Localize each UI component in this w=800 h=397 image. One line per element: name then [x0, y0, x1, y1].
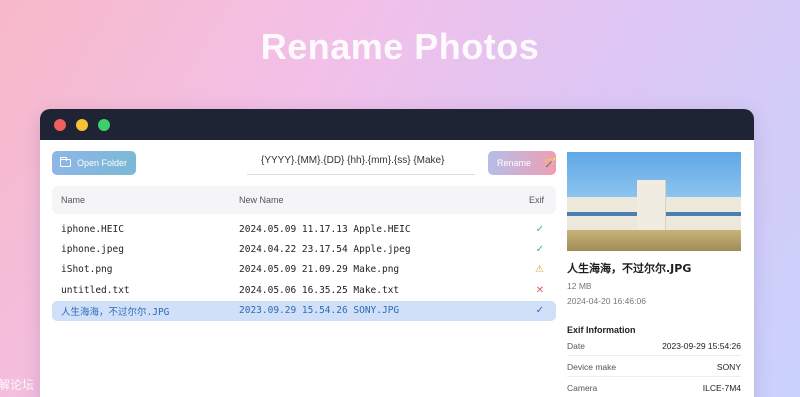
row-name: iphone.jpeg: [61, 244, 124, 256]
exif-ok-icon: ✓: [535, 305, 544, 317]
exif-label: Device make: [567, 361, 617, 372]
exif-label: Camera: [567, 382, 598, 393]
exif-error-icon: ✕: [535, 284, 544, 296]
table-body: iphone.HEIC 2024.05.09 11.17.13 Apple.HE…: [52, 219, 556, 321]
maximize-window-button[interactable]: [98, 118, 110, 131]
table-header: Name New Name Exif: [52, 186, 556, 214]
photo-preview: [567, 152, 741, 251]
table-row[interactable]: untitled.txt 2024.05.06 16.35.25 Make.tx…: [52, 280, 556, 300]
row-name: iShot.png: [61, 264, 113, 276]
row-new-name: 2024.05.09 21.09.29 Make.png: [239, 264, 400, 276]
row-new-name: 2024.05.09 11.17.13 Apple.HEIC: [239, 223, 411, 235]
toolbar: Open Folder {YYYY}.{MM}.{DD} {hh}.{mm}.{…: [52, 151, 557, 175]
watermark-text: 解论坛: [0, 378, 35, 392]
exif-value: 2023-09-29 15:54:26: [662, 340, 741, 351]
exif-row: Date 2023-09-29 15:54:26: [567, 336, 741, 356]
table-row[interactable]: iShot.png 2024.05.09 21.09.29 Make.png ⚠: [52, 260, 556, 280]
exif-row: Device make SONY: [567, 357, 741, 377]
photo-filename: 人生海海，不过尔尔.JPG: [567, 262, 692, 275]
app-window: Open Folder {YYYY}.{MM}.{DD} {hh}.{mm}.{…: [40, 109, 754, 397]
table-row[interactable]: iphone.jpeg 2024.04.22 23.17.54 Apple.jp…: [52, 239, 556, 259]
close-window-button[interactable]: [54, 118, 66, 131]
row-new-name: 2024.04.22 23.17.54 Apple.jpeg: [239, 244, 411, 256]
header-name[interactable]: Name: [52, 195, 239, 205]
rename-pattern-input[interactable]: {YYYY}.{MM}.{DD} {hh}.{mm}.{ss} {Make}: [247, 153, 475, 175]
files-table: Name New Name Exif iphone.HEIC 2024.05.0…: [52, 186, 556, 321]
exif-row: Camera ILCE-7M4: [567, 378, 741, 397]
title-bar: [40, 109, 754, 140]
open-folder-label: Open Folder: [77, 158, 128, 168]
open-folder-button[interactable]: Open Folder: [52, 151, 136, 175]
row-new-name: 2024.05.06 16.35.25 Make.txt: [239, 284, 400, 296]
exif-section-title: Exif Information: [567, 325, 636, 335]
rename-label: Rename: [497, 158, 532, 168]
row-name: iphone.HEIC: [61, 223, 124, 235]
magic-wand-icon: 🪄: [543, 157, 557, 170]
folder-icon: [60, 157, 71, 167]
hero-title: Rename Photos: [260, 26, 540, 67]
exif-value: ILCE-7M4: [702, 382, 741, 393]
details-panel: 人生海海，不过尔尔.JPG 12 MB 2024-04-20 16:46:06 …: [567, 152, 741, 397]
exif-ok-icon: ✓: [535, 223, 544, 235]
exif-value: SONY: [716, 361, 741, 372]
exif-label: Date: [567, 340, 585, 351]
photo-date: 2024-04-20 16:46:06: [567, 296, 646, 306]
header-exif[interactable]: Exif: [501, 195, 556, 205]
row-name: 人生海海，不过尔尔.JPG: [61, 306, 170, 318]
exif-warning-icon: ⚠: [535, 264, 544, 276]
rename-button[interactable]: Rename 🪄: [488, 151, 557, 175]
header-new-name[interactable]: New Name: [239, 195, 501, 205]
table-row-selected[interactable]: 人生海海，不过尔尔.JPG 2023.09.29 15.54.26 SONY.J…: [52, 300, 556, 321]
exif-ok-icon: ✓: [535, 244, 544, 256]
row-name: untitled.txt: [61, 284, 130, 296]
minimize-window-button[interactable]: [76, 118, 88, 131]
photo-size: 12 MB: [567, 281, 592, 291]
row-new-name: 2023.09.29 15.54.26 SONY.JPG: [239, 305, 400, 317]
table-row[interactable]: iphone.HEIC 2024.05.09 11.17.13 Apple.HE…: [52, 219, 556, 239]
